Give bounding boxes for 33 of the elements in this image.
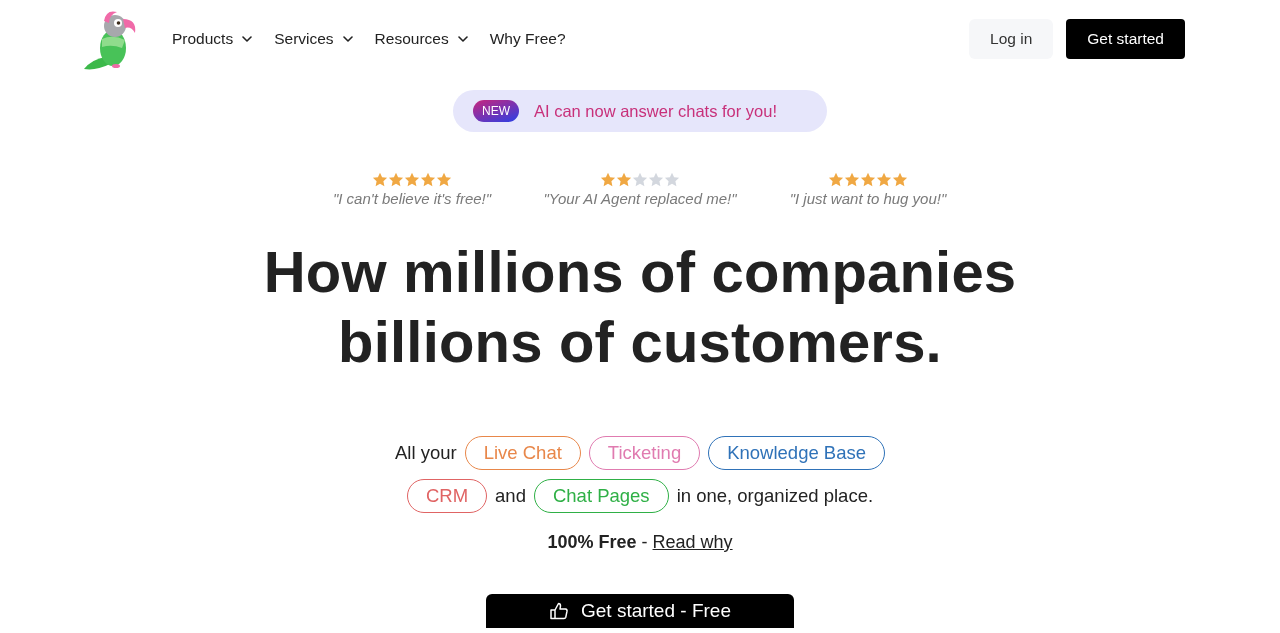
new-badge: NEW <box>472 100 519 122</box>
nav-link[interactable]: Resources <box>374 29 468 49</box>
filled-star-icon <box>436 172 452 188</box>
pricing-note: 100% Free - Read why <box>547 531 733 554</box>
read-why-link[interactable]: Read why <box>652 532 733 552</box>
announcement-text: AI can now answer chats for you! <box>533 100 777 122</box>
get-started-free-button[interactable]: Get started - Free <box>486 594 794 628</box>
hero-heading: How millions of companies billions of customers. <box>262 238 1018 376</box>
filled-star-icon <box>828 172 844 188</box>
announcement-banner[interactable]: NEW AI can now answer chats for you! <box>452 90 827 132</box>
nav-link[interactable]: Services <box>274 29 353 49</box>
filled-star-icon <box>844 172 860 188</box>
review-quote: "I can't believe it's free!" <box>331 189 493 209</box>
get-started-button[interactable]: Get started <box>1066 19 1185 59</box>
filled-star-icon <box>876 172 892 188</box>
login-button[interactable]: Log in <box>969 19 1054 59</box>
feature-text: All your <box>394 441 457 466</box>
filled-star-icon <box>388 172 404 188</box>
thumbs-up-icon <box>549 601 569 621</box>
filled-star-icon <box>892 172 908 188</box>
filled-star-icon <box>600 172 616 188</box>
filled-star-icon <box>372 172 388 188</box>
product-tag[interactable]: Knowledge Base <box>708 436 886 470</box>
filled-star-icon <box>420 172 436 188</box>
feature-text: and <box>495 484 526 509</box>
feature-text: in one, organized place. <box>676 484 874 509</box>
filled-star-icon <box>616 172 632 188</box>
nav-link[interactable]: Why Free? <box>489 29 566 49</box>
filled-star-icon <box>860 172 876 188</box>
nav-link[interactable]: Products <box>172 29 253 49</box>
review-quote: "I just want to hug you!" <box>788 189 948 209</box>
filled-star-icon <box>404 172 420 188</box>
review-quote: "Your AI Agent replaced me!" <box>542 189 738 209</box>
